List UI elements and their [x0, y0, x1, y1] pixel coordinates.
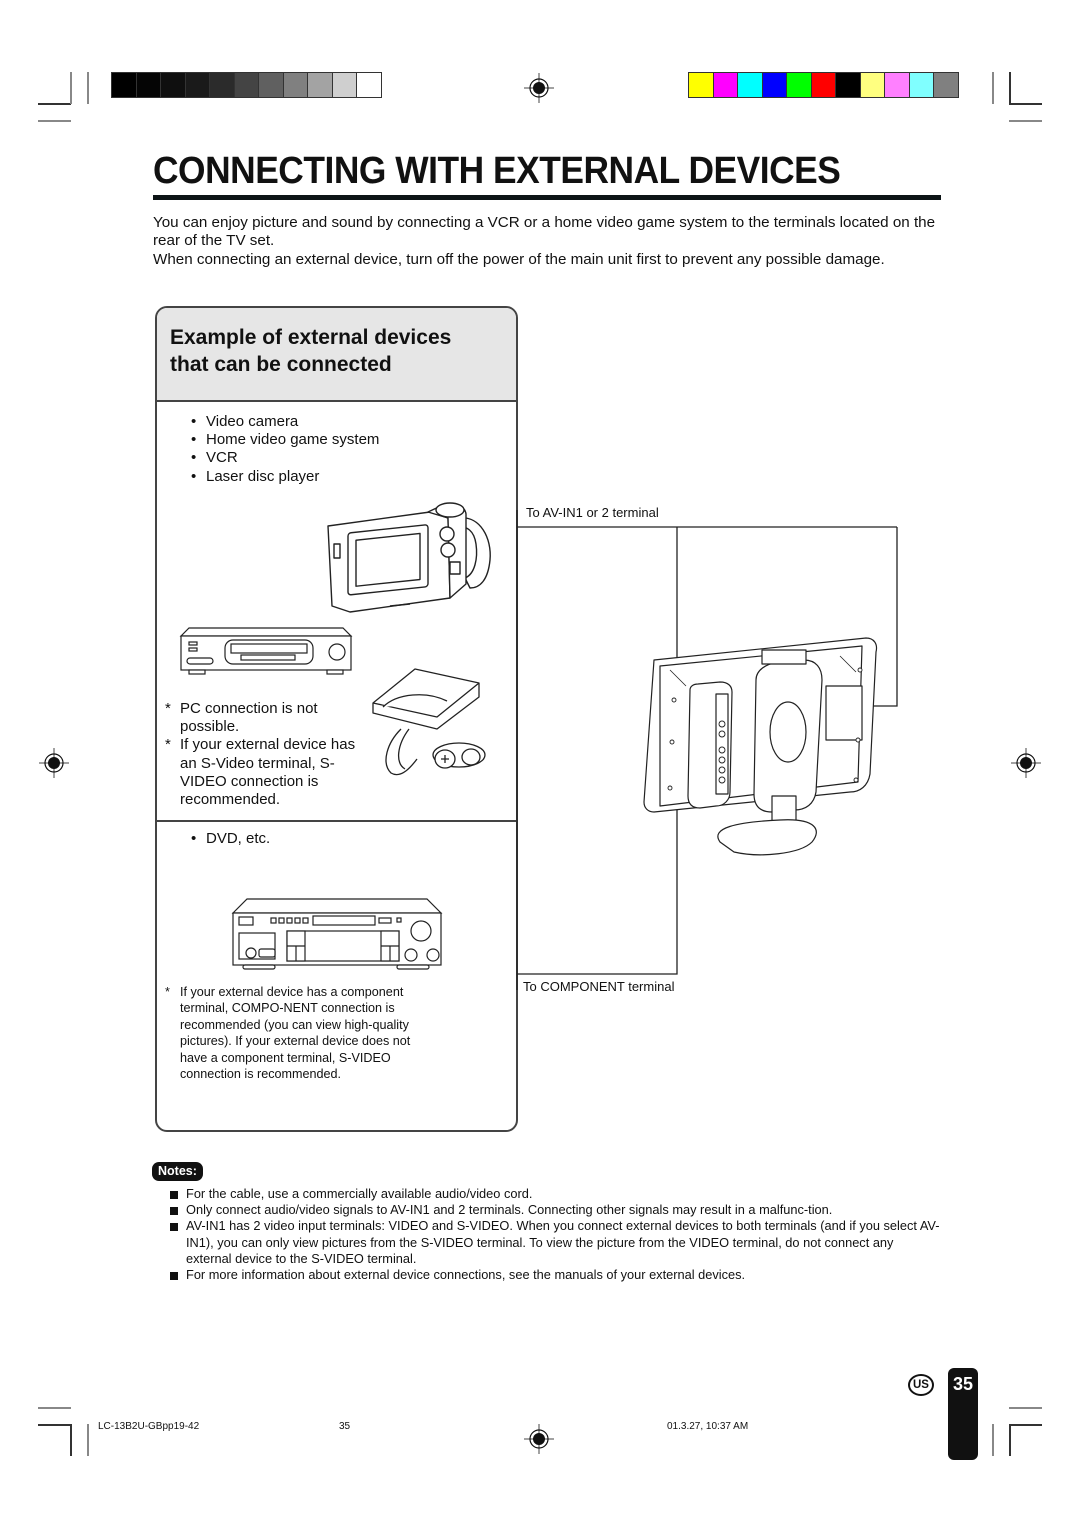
list-item: Home video game system	[191, 431, 379, 449]
color-swatch	[357, 73, 381, 97]
region-badge: US	[908, 1374, 934, 1396]
color-swatch	[283, 73, 307, 97]
note-item: For more information about external devi…	[170, 1267, 940, 1283]
color-swatch	[308, 73, 332, 97]
panel-heading-line: that can be connected	[170, 353, 392, 376]
color-swatch	[185, 73, 209, 97]
device-list: Video camera Home video game system VCR …	[191, 413, 379, 486]
color-swatch	[234, 73, 258, 97]
registration-mark-icon	[524, 73, 554, 103]
title-rule	[153, 195, 941, 200]
color-swatch	[836, 73, 860, 97]
page-title: CONNECTING WITH EXTERNAL DEVICES	[153, 150, 841, 192]
registration-mark-icon	[1011, 748, 1041, 778]
list-item: PC connection is not possible.	[165, 700, 365, 736]
footer-timestamp: 01.3.27, 10:37 AM	[667, 1421, 749, 1432]
color-swatch	[860, 73, 884, 97]
component-device-list: DVD, etc.	[191, 830, 270, 848]
page-number-tab: 35	[948, 1368, 978, 1460]
dvd-player-illustration	[231, 898, 443, 970]
panel-heading: Example of external devices that can be …	[170, 324, 451, 378]
example-devices-panel: Example of external devices that can be …	[155, 306, 518, 1132]
intro-text: You can enjoy picture and sound by conne…	[153, 214, 943, 269]
tv-connection-diagram	[516, 510, 898, 990]
notes-badge: Notes:	[152, 1162, 203, 1181]
list-item: Video camera	[191, 413, 379, 431]
note-item: AV-IN1 has 2 video input terminals: VIDE…	[170, 1218, 940, 1267]
page-number: 35	[952, 1374, 974, 1394]
game-console-illustration	[372, 668, 486, 776]
footer-file-name: LC-13B2U-GBpp19-42	[98, 1421, 200, 1432]
color-swatch	[909, 73, 933, 97]
notes-list: For the cable, use a commercially availa…	[170, 1186, 940, 1283]
panel-divider	[157, 820, 516, 822]
list-item: Laser disc player	[191, 468, 379, 486]
video-camera-illustration	[327, 502, 491, 613]
color-swatch	[259, 73, 283, 97]
list-item: DVD, etc.	[191, 830, 270, 848]
registration-mark-icon	[524, 1424, 554, 1454]
color-swatch	[811, 73, 835, 97]
list-item: If your external device has an S-Video t…	[165, 736, 365, 809]
vcr-illustration	[179, 627, 353, 675]
intro-paragraph: When connecting an external device, turn…	[153, 250, 885, 268]
color-swatch	[738, 73, 762, 97]
panel-header: Example of external devices that can be …	[157, 308, 516, 402]
av-notes-list: PC connection is not possible. If your e…	[165, 700, 365, 809]
color-swatch	[689, 73, 713, 97]
color-swatch	[787, 73, 811, 97]
color-swatch	[136, 73, 160, 97]
intro-paragraph: You can enjoy picture and sound by conne…	[153, 214, 936, 250]
color-swatch	[885, 73, 909, 97]
panel-heading-line: Example of external devices	[170, 326, 452, 349]
registration-mark-icon	[39, 748, 69, 778]
list-item: VCR	[191, 449, 379, 467]
note-item: For the cable, use a commercially availa…	[170, 1186, 940, 1202]
note-item: Only connect audio/video signals to AV-I…	[170, 1202, 940, 1218]
color-swatch	[762, 73, 786, 97]
grayscale-calibration-bar	[111, 72, 382, 98]
color-swatch	[161, 73, 185, 97]
color-calibration-bar	[688, 72, 959, 98]
list-item: If your external device has a component …	[165, 984, 425, 1082]
color-swatch	[112, 73, 136, 97]
color-swatch	[210, 73, 234, 97]
color-swatch	[332, 73, 356, 97]
footer-file-page: 35	[339, 1421, 351, 1432]
component-note-list: If your external device has a component …	[165, 984, 425, 1082]
color-swatch	[713, 73, 737, 97]
color-swatch	[934, 73, 958, 97]
